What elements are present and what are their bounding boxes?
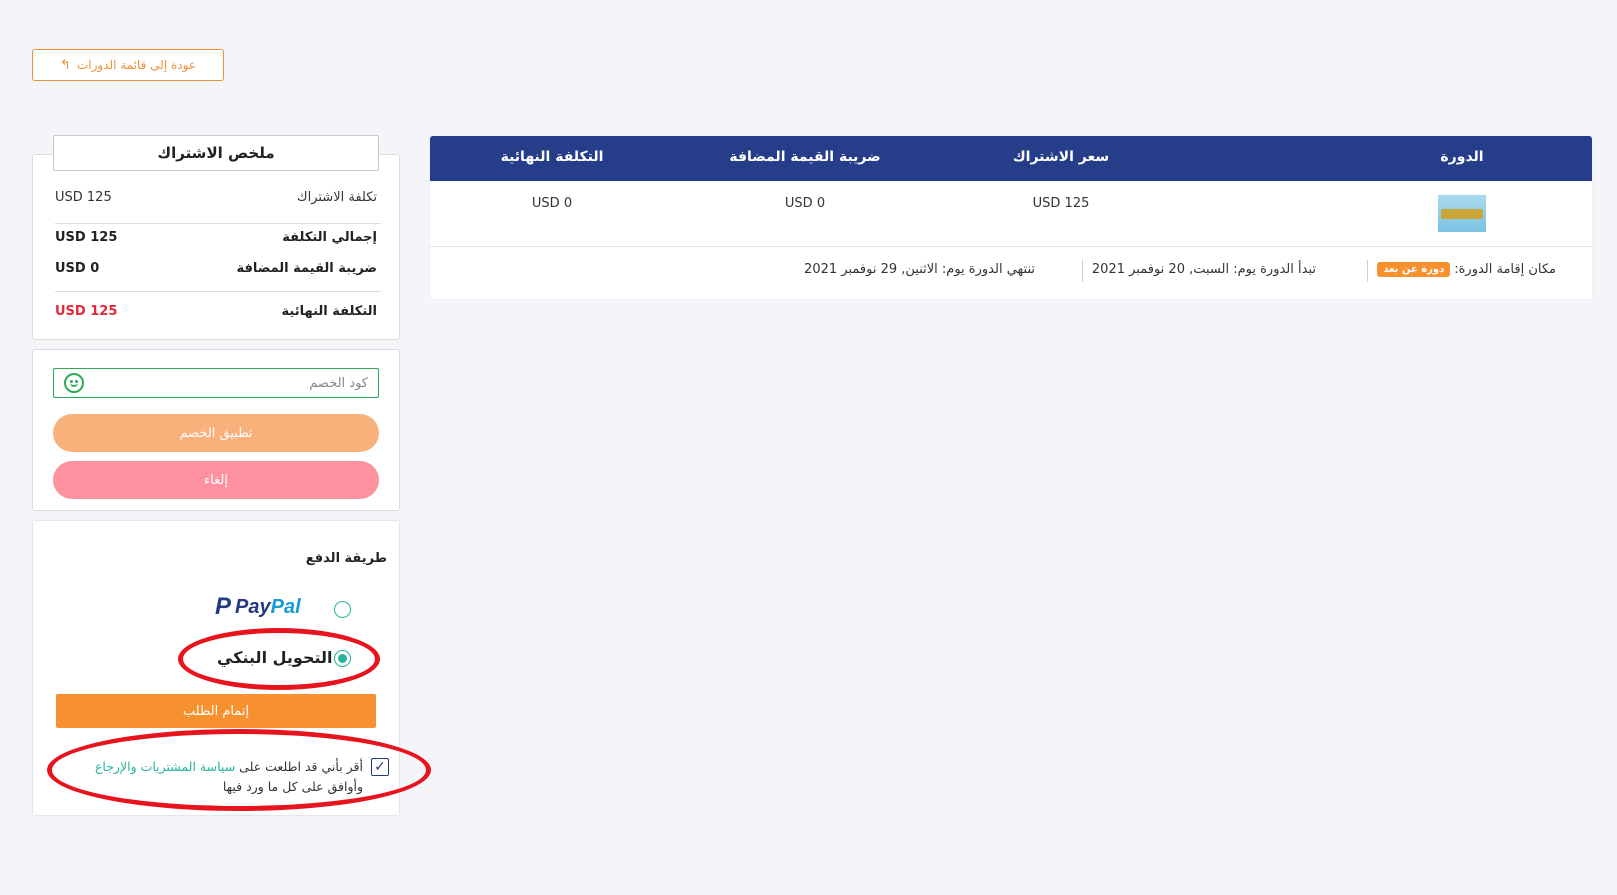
refund-policy-link[interactable]: سياسة المشتريات والإرجاع <box>95 759 235 774</box>
complete-order-button[interactable]: إتمام الطلب <box>56 694 376 728</box>
summary-row-vat: ضريبة القيمة المضافة USD 0 <box>55 261 377 276</box>
summary-row-final-cost: التكلفة النهائية USD 125 <box>55 304 377 319</box>
apply-discount-button[interactable]: تطبيق الخصم <box>53 414 379 452</box>
table-header: الدورة سعر الاشتراك ضريبة القيمة المضافة… <box>430 136 1592 181</box>
divider <box>1367 260 1368 282</box>
bank-transfer-label[interactable]: التحويل البنكي <box>217 648 333 667</box>
terms-suffix: وأوافق على كل ما ورد فيها <box>222 779 363 794</box>
cell-vat: USD 0 <box>784 196 826 211</box>
coupon-placeholder: كود الخصم <box>309 375 368 391</box>
terms-prefix: أقر بأني قد اطلعت على <box>239 759 363 774</box>
coupon-card: كود الخصم تطبيق الخصم إلغاء <box>32 349 400 511</box>
back-to-courses-label: عودة إلى قائمة الدورات <box>76 58 196 72</box>
cell-final-cost: USD 0 <box>531 196 573 211</box>
course-end-date: تنتهي الدورة يوم: الاثنين, 29 نوفمبر 202… <box>804 262 1035 277</box>
header-final-cost: التكلفة النهائية <box>500 149 604 165</box>
summary-label: ضريبة القيمة المضافة <box>236 261 377 276</box>
paypal-pal-text: Pal <box>270 595 301 618</box>
summary-value: USD 125 <box>55 190 112 205</box>
payment-method-title: طريقة الدفع <box>305 551 387 566</box>
summary-label: تكلفة الاشتراك <box>296 190 377 205</box>
smile-icon <box>64 373 84 393</box>
terms-checkbox[interactable]: ✓ <box>371 758 389 776</box>
terms-text: أقر بأني قد اطلعت على سياسة المشتريات وا… <box>73 757 363 797</box>
summary-label: التكلفة النهائية <box>281 304 377 319</box>
coupon-code-input[interactable]: كود الخصم <box>53 368 379 398</box>
summary-label: إجمالي التكلفة <box>282 230 377 245</box>
course-start-date: تبدأ الدورة يوم: السبت, 20 نوفمبر 2021 <box>1091 262 1316 277</box>
header-course: الدورة <box>1440 149 1484 165</box>
paypal-logo[interactable]: P PayPal <box>215 593 301 621</box>
divider <box>55 223 381 224</box>
cell-price: USD 125 <box>1032 196 1090 211</box>
paypal-radio[interactable] <box>334 601 351 618</box>
payment-method-card: طريقة الدفع P PayPal التحويل البنكي إتما… <box>32 520 400 816</box>
header-price: سعر الاشتراك <box>1012 149 1110 165</box>
location-label: مكان إقامة الدورة: <box>1454 262 1556 277</box>
reply-arrow-icon: ↰ <box>60 57 71 73</box>
divider <box>430 246 1592 247</box>
summary-row-total-cost: إجمالي التكلفة USD 125 <box>55 230 377 245</box>
course-thumbnail[interactable] <box>1438 195 1486 232</box>
divider <box>55 291 381 292</box>
summary-value: USD 125 <box>55 230 118 245</box>
paypal-p-icon: P <box>215 593 232 620</box>
course-table: الدورة سعر الاشتراك ضريبة القيمة المضافة… <box>430 136 1592 299</box>
back-to-courses-button[interactable]: عودة إلى قائمة الدورات ↰ <box>32 49 224 81</box>
divider <box>1082 260 1083 282</box>
summary-value: USD 125 <box>55 304 118 319</box>
summary-title: ملخص الاشتراك <box>53 135 379 171</box>
summary-row-subscription-cost: تكلفة الاشتراك USD 125 <box>55 190 377 205</box>
subscription-summary-card: تكلفة الاشتراك USD 125 إجمالي التكلفة US… <box>32 154 400 340</box>
course-location: مكان إقامة الدورة: دورة عن بعد <box>1377 262 1556 277</box>
paypal-pay-text: Pay <box>235 595 271 618</box>
summary-value: USD 0 <box>55 261 100 276</box>
location-badge: دورة عن بعد <box>1377 262 1451 277</box>
bank-transfer-radio[interactable] <box>334 650 351 667</box>
cancel-discount-button[interactable]: إلغاء <box>53 461 379 499</box>
header-vat: ضريبة القيمة المضافة <box>729 149 881 165</box>
